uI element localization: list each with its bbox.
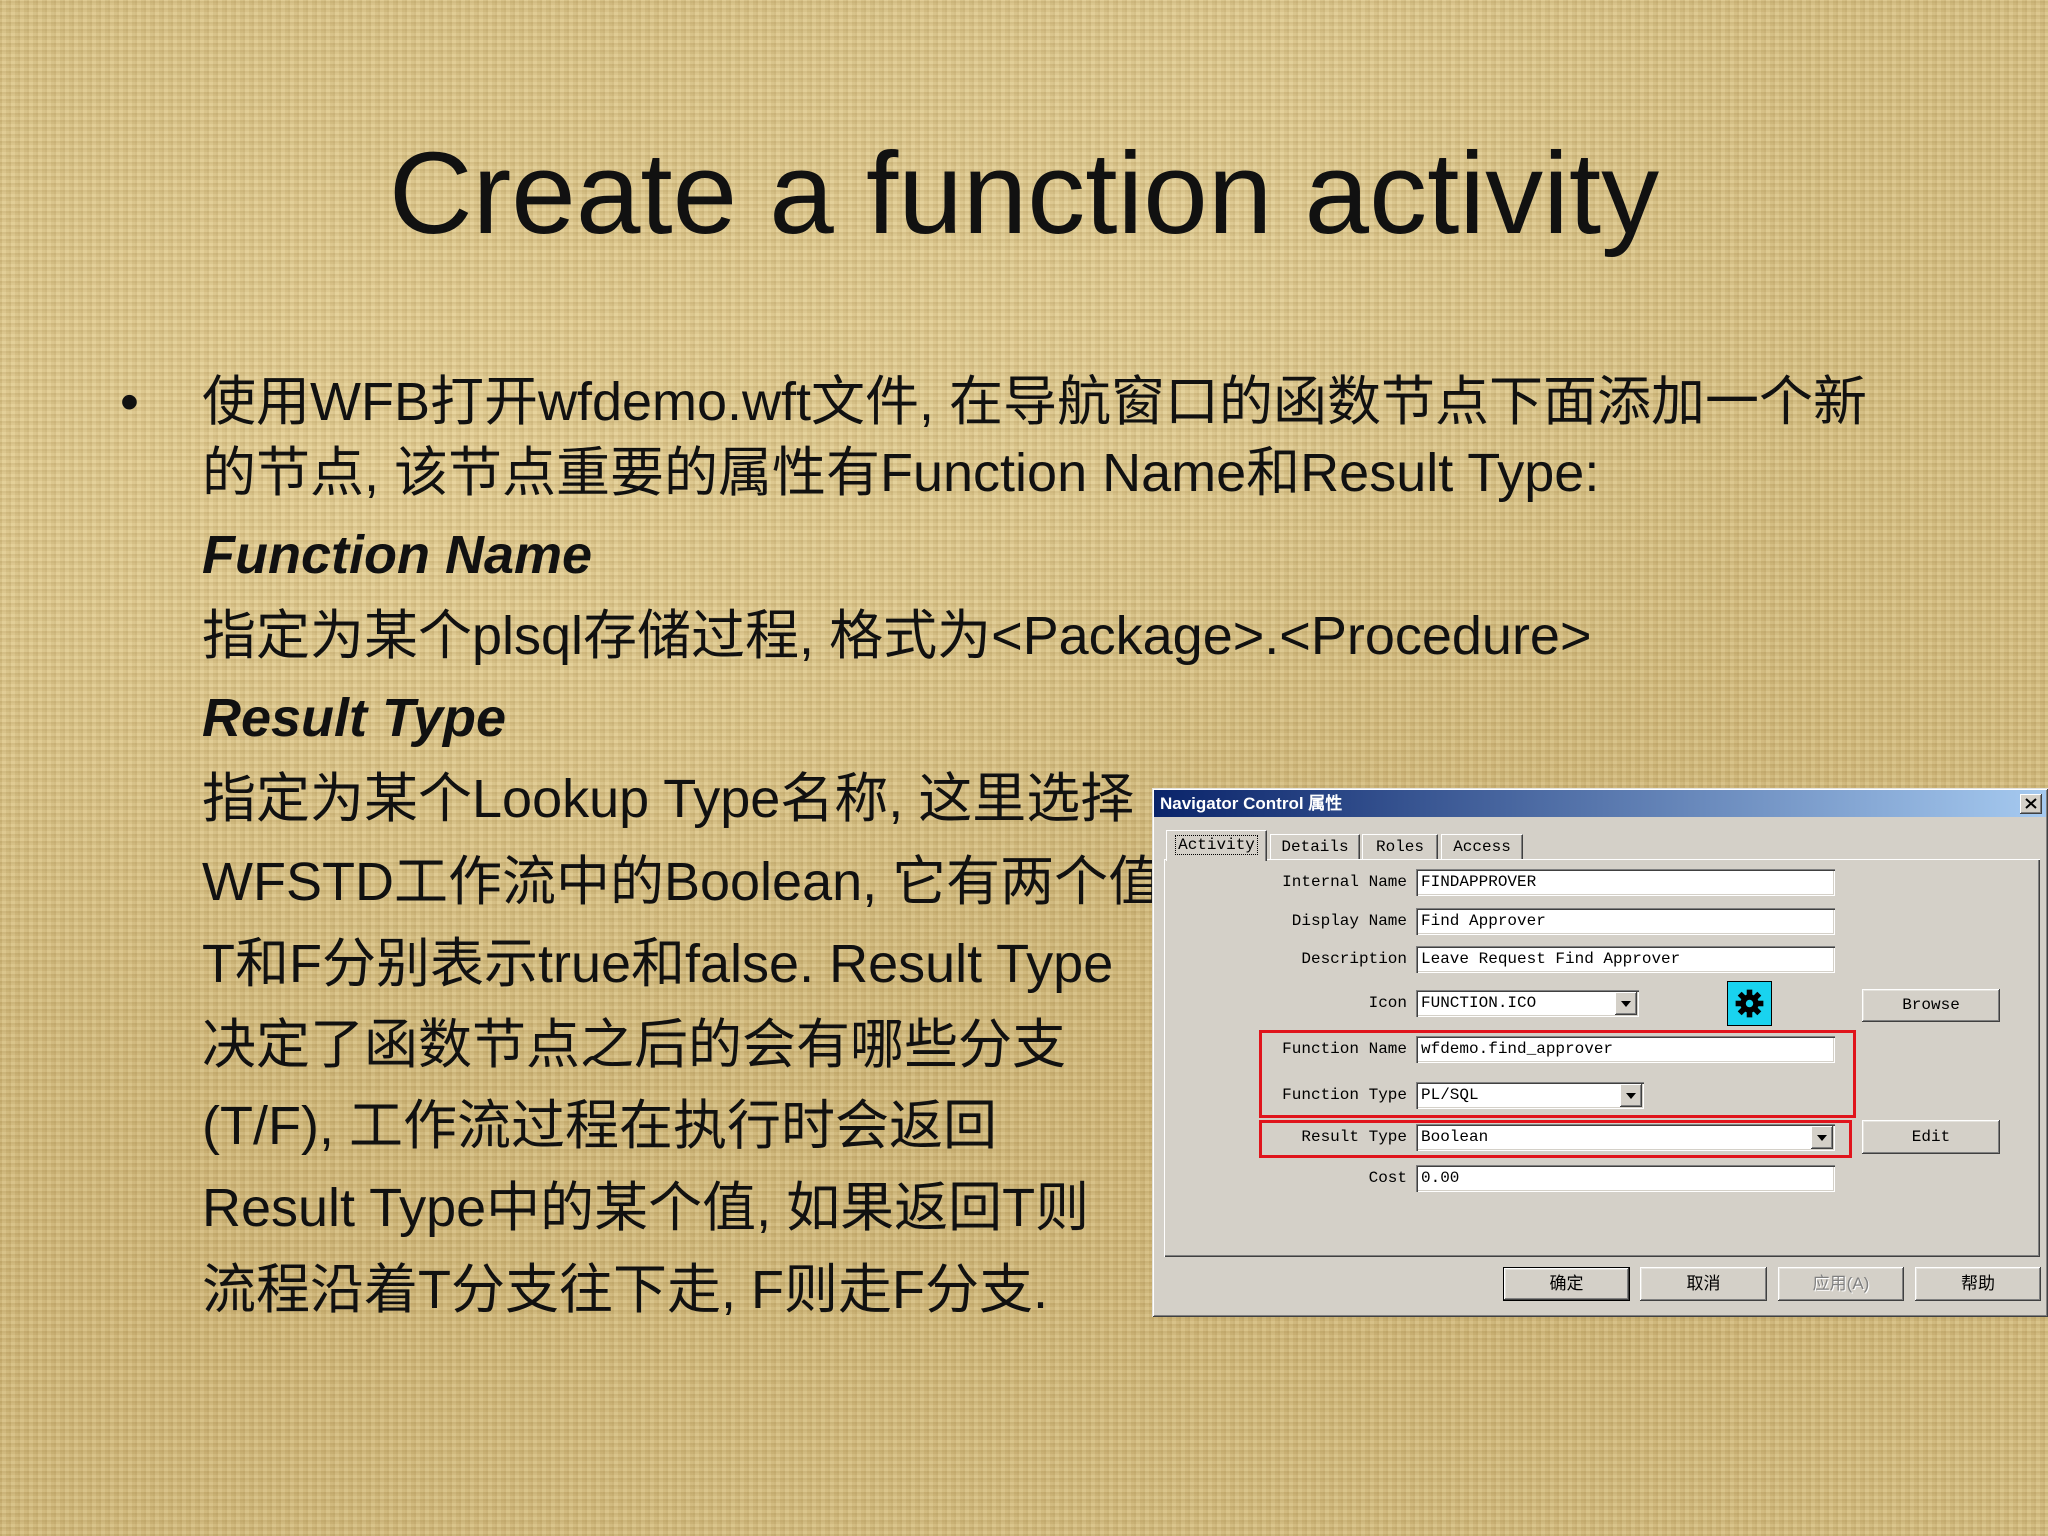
display-name-row: Display Name Find Approver — [1152, 908, 2048, 935]
result-type-dropdown-button[interactable] — [1811, 1126, 1833, 1149]
dialog-title: Navigator Control 属性 — [1160, 794, 1343, 813]
result-type-line-7: 流程沿着T分支往下走, F则走F分支. — [202, 1260, 1048, 1320]
result-type-value: Boolean — [1421, 1128, 1489, 1146]
browse-button[interactable]: Browse — [1862, 989, 2000, 1022]
tab-activity-label: Activity — [1175, 835, 1258, 855]
cost-input[interactable]: 0.00 — [1416, 1165, 1835, 1192]
result-type-label: Result Type — [1301, 1128, 1407, 1146]
help-button[interactable]: 帮助 — [1915, 1267, 2041, 1301]
function-type-value: PL/SQL — [1421, 1086, 1479, 1104]
function-name-row: Function Name wfdemo.find_approver — [1152, 1036, 2048, 1063]
tab-details-label: Details — [1281, 838, 1349, 856]
icon-select[interactable]: FUNCTION.ICO — [1416, 990, 1639, 1017]
tab-roles-label: Roles — [1375, 838, 1424, 856]
tab-roles[interactable]: Roles — [1362, 834, 1438, 860]
tab-access[interactable]: Access — [1441, 834, 1523, 860]
navigator-control-dialog: Navigator Control 属性 Activity Details Ro… — [1152, 788, 2048, 1317]
chevron-down-icon — [1621, 1001, 1631, 1007]
function-name-heading: Function Name — [202, 525, 593, 585]
cost-row: Cost 0.00 — [1152, 1165, 2048, 1192]
display-name-label: Display Name — [1291, 912, 1407, 930]
icon-label: Icon — [1368, 994, 1407, 1012]
result-type-select[interactable]: Boolean — [1416, 1124, 1835, 1151]
ok-button[interactable]: 确定 — [1503, 1267, 1630, 1301]
function-name-value: wfdemo.find_approver — [1421, 1040, 1614, 1058]
description-row: Description Leave Request Find Approver — [1152, 946, 2048, 973]
cancel-button[interactable]: 取消 — [1640, 1267, 1767, 1301]
internal-name-value: FINDAPPROVER — [1421, 873, 1537, 891]
intro-line-2: 的节点, 该节点重要的属性有Function Name和Result Type: — [202, 443, 1600, 503]
result-type-line-2: WFSTD工作流中的Boolean, 它有两个值 — [202, 852, 1163, 912]
function-name-input[interactable]: wfdemo.find_approver — [1416, 1036, 1835, 1063]
result-type-line-5: (T/F), 工作流过程在执行时会返回 — [202, 1096, 997, 1156]
result-type-line-6: Result Type中的某个值, 如果返回T则 — [202, 1178, 1090, 1238]
function-name-label: Function Name — [1282, 1040, 1407, 1058]
edit-button[interactable]: Edit — [1862, 1120, 2000, 1154]
result-type-line-3: T和F分别表示true和false. Result Type — [202, 934, 1114, 994]
bullet-marker: • — [120, 372, 139, 432]
cost-label: Cost — [1368, 1169, 1407, 1187]
tab-activity[interactable]: Activity — [1166, 830, 1267, 861]
apply-button[interactable]: 应用(A) — [1778, 1267, 1904, 1301]
gear-icon — [1727, 981, 1772, 1026]
result-type-heading: Result Type — [202, 688, 507, 748]
display-name-value: Find Approver — [1421, 912, 1546, 930]
close-button[interactable] — [2020, 794, 2042, 814]
function-type-label: Function Type — [1282, 1086, 1407, 1104]
slide-title: Create a function activity — [388, 128, 1660, 258]
result-type-line-1: 指定为某个Lookup Type名称, 这里选择 — [202, 769, 1135, 829]
chevron-down-icon — [1817, 1135, 1827, 1141]
internal-name-input[interactable]: FINDAPPROVER — [1416, 869, 1835, 896]
dialog-titlebar[interactable]: Navigator Control 属性 — [1154, 790, 2046, 817]
display-name-input[interactable]: Find Approver — [1416, 908, 1835, 935]
icon-dropdown-button[interactable] — [1615, 992, 1637, 1015]
internal-name-label: Internal Name — [1282, 873, 1407, 891]
close-icon — [2025, 798, 2037, 809]
chevron-down-icon — [1626, 1093, 1636, 1099]
function-type-dropdown-button[interactable] — [1620, 1084, 1642, 1107]
icon-value: FUNCTION.ICO — [1421, 994, 1537, 1012]
description-value: Leave Request Find Approver — [1421, 950, 1681, 968]
function-name-text: 指定为某个plsql存储过程, 格式为<Package>.<Procedure> — [202, 606, 1592, 666]
tab-access-label: Access — [1453, 838, 1511, 856]
internal-name-row: Internal Name FINDAPPROVER — [1152, 869, 2048, 896]
result-type-line-4: 决定了函数节点之后的会有哪些分支 — [202, 1015, 1066, 1075]
description-input[interactable]: Leave Request Find Approver — [1416, 946, 1835, 973]
cost-value: 0.00 — [1421, 1169, 1460, 1187]
function-type-row: Function Type PL/SQL — [1152, 1082, 2048, 1109]
intro-line-1: 使用WFB打开wfdemo.wft文件, 在导航窗口的函数节点下面添加一个新 — [202, 372, 1868, 432]
tab-details[interactable]: Details — [1270, 834, 1360, 860]
function-type-select[interactable]: PL/SQL — [1416, 1082, 1644, 1109]
description-label: Description — [1301, 950, 1407, 968]
